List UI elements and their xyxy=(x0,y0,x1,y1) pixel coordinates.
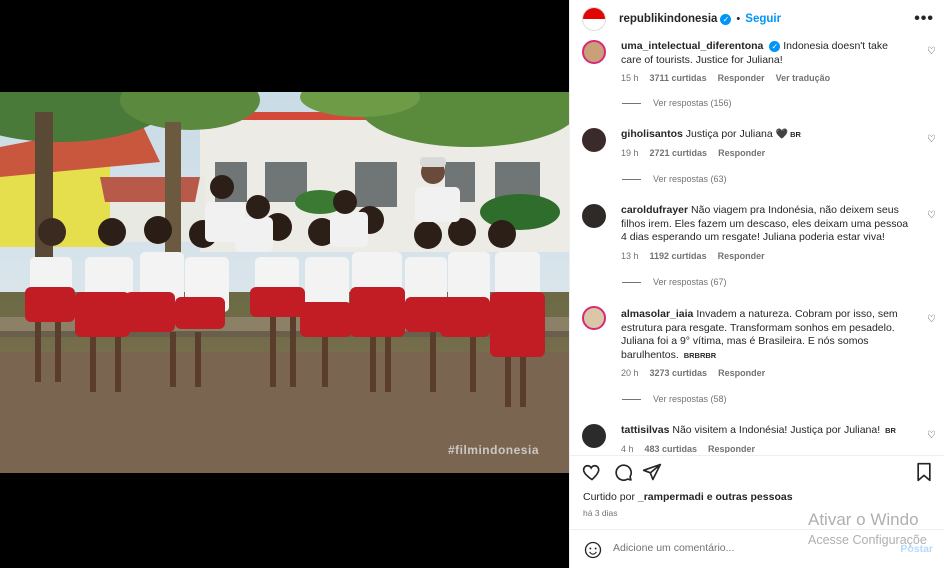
post-header: republikindonesia ✓ • Seguir ••• xyxy=(570,0,944,38)
comment-text: Não visitem a Indonésia! Justiça por Jul… xyxy=(672,424,881,436)
comment-time[interactable]: 20 h xyxy=(621,367,639,381)
post-author-username[interactable]: republikindonesia xyxy=(619,13,717,25)
school-children-photo xyxy=(0,92,569,473)
comment-likes[interactable]: 2721 curtidas xyxy=(650,147,708,161)
comment-username[interactable]: giholisantos xyxy=(621,128,683,140)
separator-dot: • xyxy=(736,13,741,25)
post-panel: republikindonesia ✓ • Seguir ••• uma_int… xyxy=(569,0,944,568)
verified-badge-icon: ✓ xyxy=(769,40,781,52)
add-comment-bar: Postar xyxy=(570,529,944,568)
more-options-icon[interactable]: ••• xyxy=(914,10,934,28)
reply-button[interactable]: Responder xyxy=(718,367,765,381)
post-media: #filmindonesia xyxy=(0,0,569,568)
share-icon[interactable] xyxy=(642,462,662,482)
flag-text: BR xyxy=(885,426,896,435)
avatar[interactable] xyxy=(582,128,606,152)
post-date[interactable]: há 3 dias xyxy=(583,508,618,518)
reply-button[interactable]: Responder xyxy=(708,443,755,454)
divider xyxy=(622,178,641,180)
comments-list[interactable]: uma_intelectual_diferentona ✓ Indonesia … xyxy=(570,38,944,453)
divider xyxy=(622,281,641,283)
heart-icon[interactable] xyxy=(582,462,602,482)
liked-by-user[interactable]: _rampermadi xyxy=(638,491,704,503)
avatar[interactable] xyxy=(582,40,606,64)
liked-by-text: Curtido por _rampermadi e outras pessoas xyxy=(583,491,793,503)
comment-username[interactable]: caroldufrayer xyxy=(621,204,688,216)
reply-button[interactable]: Responder xyxy=(718,147,765,161)
heart-icon[interactable]: ♡ xyxy=(927,314,936,325)
avatar[interactable] xyxy=(582,7,606,31)
view-replies-button[interactable]: Ver respostas (156) xyxy=(622,98,732,108)
flag-text: BR xyxy=(790,130,801,139)
black-heart-icon: 🖤 xyxy=(775,129,789,140)
post-photo[interactable]: #filmindonesia xyxy=(0,92,569,473)
heart-icon[interactable]: ♡ xyxy=(927,46,936,57)
heart-icon[interactable]: ♡ xyxy=(927,210,936,221)
comment-likes[interactable]: 3711 curtidas xyxy=(650,72,707,86)
emoji-icon[interactable] xyxy=(584,541,602,559)
avatar[interactable] xyxy=(582,204,606,228)
bookmark-icon[interactable] xyxy=(915,462,933,482)
comment-input[interactable] xyxy=(613,542,873,554)
avatar[interactable] xyxy=(582,306,606,330)
post-comment-button[interactable]: Postar xyxy=(900,543,933,555)
translate-button[interactable]: Ver tradução xyxy=(776,72,831,86)
reply-button[interactable]: Responder xyxy=(718,72,765,86)
comment-time[interactable]: 19 h xyxy=(621,147,639,161)
divider xyxy=(622,398,641,400)
comment-time[interactable]: 15 h xyxy=(621,72,639,86)
heart-icon[interactable]: ♡ xyxy=(927,430,936,441)
comment-username[interactable]: almasolar_iaia xyxy=(621,308,693,320)
comment-likes[interactable]: 1192 curtidas xyxy=(650,250,707,264)
heart-icon[interactable]: ♡ xyxy=(927,134,936,145)
view-replies-button[interactable]: Ver respostas (58) xyxy=(622,394,727,404)
avatar[interactable] xyxy=(582,424,606,448)
comment-text: Justiça por Juliana xyxy=(685,128,773,140)
comment-likes[interactable]: 483 curtidas xyxy=(645,443,698,454)
verified-badge-icon: ✓ xyxy=(720,13,732,25)
flag-text: BRBRBR xyxy=(683,350,717,360)
follow-button[interactable]: Seguir xyxy=(745,13,781,25)
post-actions-bar xyxy=(570,455,944,485)
comment-time[interactable]: 4 h xyxy=(621,443,634,454)
divider xyxy=(622,102,641,104)
comment-icon[interactable] xyxy=(613,462,633,482)
comment-time[interactable]: 13 h xyxy=(621,250,639,264)
view-replies-button[interactable]: Ver respostas (63) xyxy=(622,174,727,184)
view-replies-button[interactable]: Ver respostas (67) xyxy=(622,277,727,287)
comment-username[interactable]: uma_intelectual_diferentona xyxy=(621,40,763,52)
photo-watermark: #filmindonesia xyxy=(447,443,539,457)
comment-likes[interactable]: 3273 curtidas xyxy=(650,367,708,381)
reply-button[interactable]: Responder xyxy=(718,250,765,264)
comment-username[interactable]: tattisilvas xyxy=(621,424,669,436)
liked-by-others[interactable]: e outras pessoas xyxy=(707,491,793,503)
